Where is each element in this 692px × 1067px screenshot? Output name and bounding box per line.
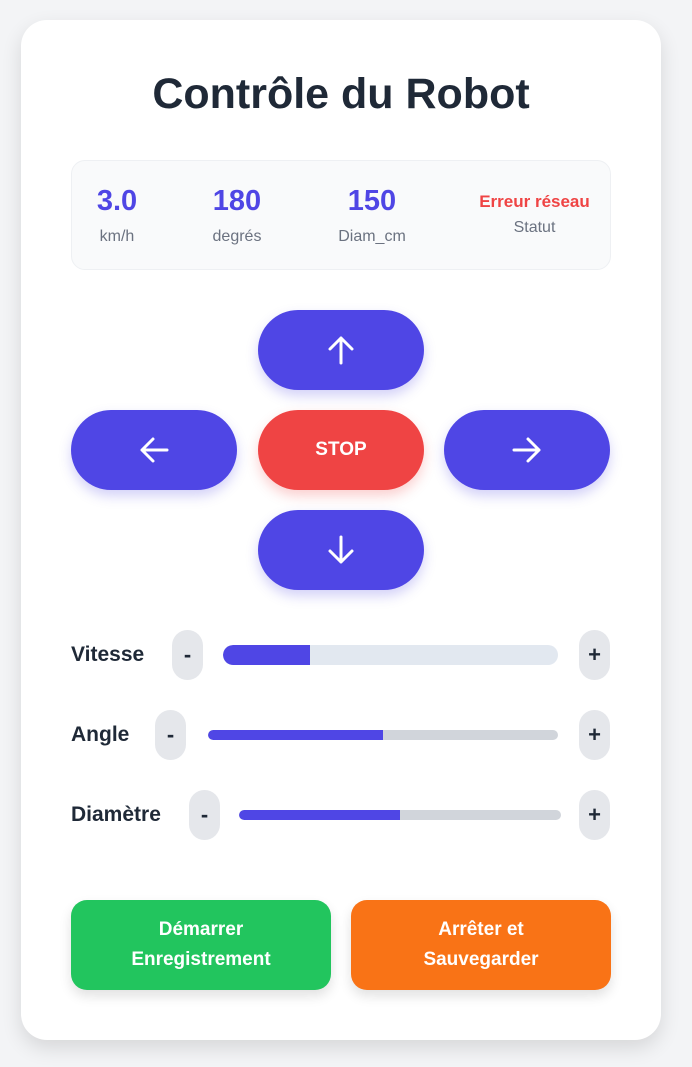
speed-decrease-button[interactable]: - — [172, 630, 203, 680]
stat-angle-value: 180 — [212, 185, 262, 217]
move-down-button[interactable] — [258, 510, 424, 590]
stats-panel: 3.0 km/h 180 degrés 150 Diam_cm Erreur r… — [71, 160, 611, 270]
stat-diameter: 150 Diam_cm — [312, 161, 432, 271]
angle-slider-row: Angle - + — [71, 710, 611, 760]
diameter-slider-row: Diamètre - + — [71, 790, 611, 840]
diameter-slider-fill — [239, 810, 400, 820]
diameter-label: Diamètre — [71, 803, 161, 826]
speed-slider-fill — [223, 645, 311, 665]
stat-status: Erreur réseau Statut — [457, 161, 612, 271]
stat-speed-value: 3.0 — [96, 185, 138, 217]
angle-label: Angle — [71, 723, 130, 746]
start-recording-line1: Démarrer — [158, 919, 244, 940]
speed-slider-row: Vitesse - + — [71, 630, 611, 680]
angle-increase-button[interactable]: + — [579, 710, 610, 760]
diameter-increase-button[interactable]: + — [579, 790, 610, 840]
speed-slider[interactable] — [223, 645, 558, 665]
stop-and-save-line2: Sauvegarder — [423, 949, 539, 970]
start-recording-button[interactable]: Démarrer Enregistrement — [71, 900, 331, 990]
stop-button[interactable]: STOP — [258, 410, 424, 490]
stat-angle: 180 degrés — [187, 161, 287, 271]
stat-angle-label: degrés — [212, 228, 262, 245]
angle-decrease-button[interactable]: - — [155, 710, 186, 760]
angle-slider-fill — [208, 730, 383, 740]
diameter-slider[interactable] — [239, 810, 561, 820]
move-left-button[interactable] — [71, 410, 237, 490]
stat-diameter-label: Diam_cm — [338, 228, 406, 245]
stop-and-save-button[interactable]: Arrêter et Sauvegarder — [351, 900, 611, 990]
speed-label: Vitesse — [71, 643, 145, 666]
arrow-right-icon — [512, 437, 541, 463]
diameter-decrease-button[interactable]: - — [189, 790, 220, 840]
stop-and-save-line1: Arrêter et — [438, 919, 524, 940]
arrow-down-icon — [328, 535, 354, 564]
stat-status-label: Statut — [513, 219, 556, 236]
arrow-up-icon — [328, 336, 354, 365]
arrow-left-icon — [140, 437, 169, 463]
stat-speed-label: km/h — [99, 228, 135, 245]
stat-status-value: Erreur réseau — [479, 192, 590, 211]
move-right-button[interactable] — [444, 410, 610, 490]
move-up-button[interactable] — [258, 310, 424, 390]
start-recording-line2: Enregistrement — [131, 949, 271, 970]
angle-slider[interactable] — [208, 730, 558, 740]
stat-speed: 3.0 km/h — [72, 161, 162, 271]
speed-increase-button[interactable]: + — [579, 630, 610, 680]
page-title: Contrôle du Robot — [152, 70, 530, 118]
control-card: Contrôle du Robot 3.0 km/h 180 degrés 15… — [21, 20, 661, 1040]
stat-diameter-value: 150 — [347, 185, 397, 217]
